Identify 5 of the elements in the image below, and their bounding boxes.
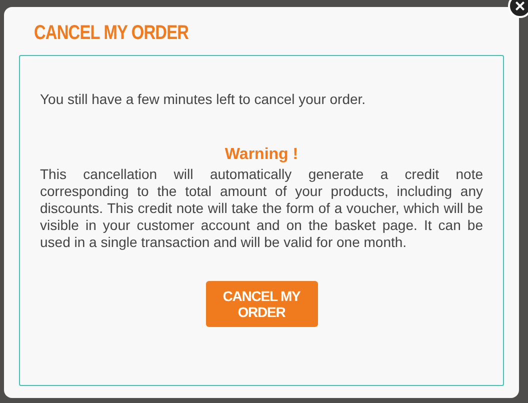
dialog-title: CANCEL MY ORDER: [34, 21, 190, 45]
warning-title: Warning !: [224, 146, 300, 164]
intro-text: You still have a few minutes left to cancel your order.: [40, 90, 367, 108]
warning-text: This cancellation will automatically generate a credit note corresponding to the total amount of your products, including any discounts. This credit note will take the form of a voucher, which will be visible in your customer account and on the basket page. It can be used in a single transaction and will be valid for one month.: [40, 166, 483, 251]
close-button[interactable]: ×: [508, 0, 528, 18]
